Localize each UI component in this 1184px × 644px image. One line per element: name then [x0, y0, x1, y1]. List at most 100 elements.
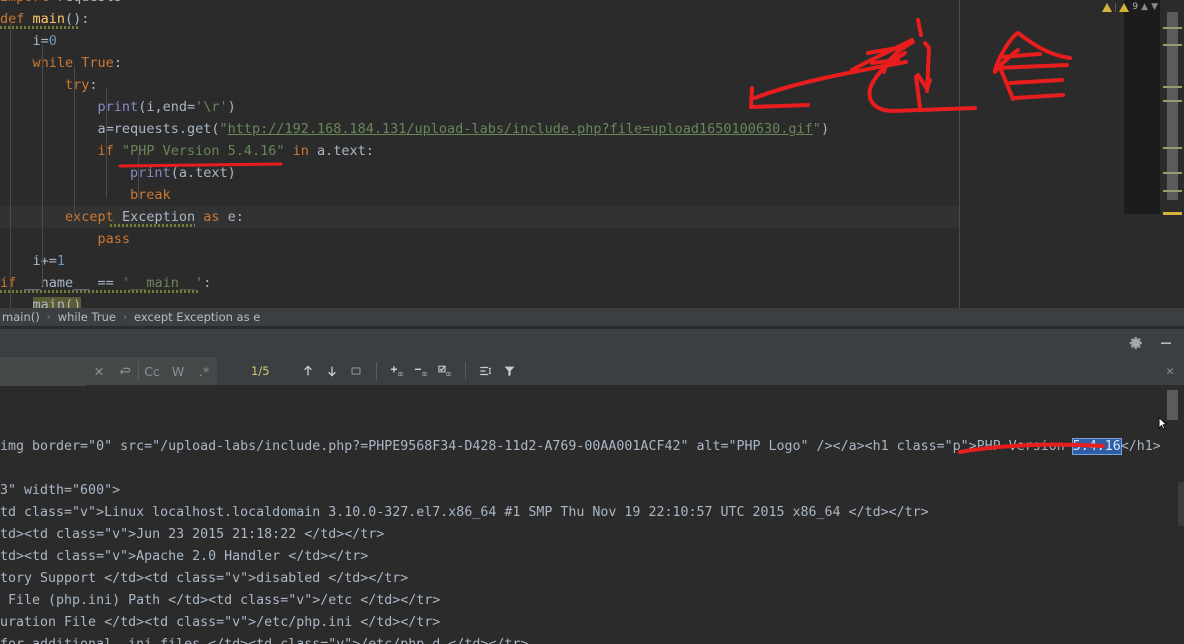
warning-marker[interactable]: [1163, 147, 1182, 149]
code-token: in: [292, 143, 309, 159]
breadcrumb-item[interactable]: except Exception as e: [134, 310, 260, 324]
remove-line-icon[interactable]: [409, 357, 433, 386]
code-token: i: [32, 33, 41, 49]
console-line[interactable]: [0, 458, 1184, 480]
code-token: requests: [57, 0, 122, 5]
match-case-toggle[interactable]: Cc: [139, 357, 165, 386]
divider: [375, 362, 377, 380]
console-line[interactable]: td><td class="v">Jun 23 2015 21:18:22 </…: [0, 524, 1184, 546]
breadcrumb-separator: ›: [46, 311, 51, 323]
console-lines: img border="0" src="/upload-labs/include…: [0, 436, 1184, 644]
chevron-up-icon[interactable]: ▲: [1141, 2, 1148, 12]
console-line[interactable]: tory Support </td><td class="v">disabled…: [0, 568, 1184, 590]
code-token: a.text:: [308, 143, 374, 159]
close-find-bar-icon[interactable]: ✕: [1166, 364, 1174, 379]
find-prev-button[interactable]: [296, 357, 320, 386]
console-line[interactable]: uration File </td><td class="v">/etc/php…: [0, 612, 1184, 634]
clear-search-icon[interactable]: ✕: [86, 357, 112, 386]
match-count-label: 1/5: [251, 364, 270, 378]
match-words-toggle[interactable]: W: [165, 357, 191, 386]
console-line[interactable]: td><td class="v">Apache 2.0 Handler </td…: [0, 546, 1184, 568]
console-line[interactable]: for additional .ini files </td><td class…: [0, 634, 1184, 644]
soft-wrap-icon[interactable]: [474, 357, 498, 386]
warning-marker[interactable]: [1163, 100, 1182, 102]
code-token: a=requests.get(: [97, 121, 220, 137]
chevron-down-icon[interactable]: ▼: [1151, 2, 1158, 12]
console-text: tory Support </td><td class="v">disabled…: [0, 571, 409, 586]
code-token: :: [203, 275, 212, 291]
code-token: ": [219, 121, 228, 137]
warning-marker[interactable]: [1163, 44, 1182, 46]
inspection-widget[interactable]: 9 ▲ ▼: [1102, 0, 1158, 14]
code-token: "PHP Version 5.4.16": [121, 143, 285, 159]
console-line[interactable]: td class="v">Linux localhost.localdomain…: [0, 502, 1184, 524]
code-token: end: [162, 99, 187, 115]
add-line-icon[interactable]: [385, 357, 409, 386]
warning-marker[interactable]: [1163, 86, 1182, 88]
code-token: ": [812, 121, 821, 137]
breadcrumb-item[interactable]: while True: [58, 310, 116, 324]
breadcrumb-item[interactable]: main(): [2, 310, 40, 324]
code-token: break: [130, 187, 171, 203]
console-text: uration File </td><td class="v">/etc/php…: [0, 615, 441, 630]
regex-toggle[interactable]: .*: [191, 357, 217, 386]
code-token: def: [0, 11, 33, 27]
console-scrollbar-thumb[interactable]: [1167, 390, 1178, 420]
gear-icon[interactable]: [1128, 335, 1144, 351]
toggle-line-icon[interactable]: [433, 357, 457, 386]
breadcrumb[interactable]: main() › while True › except Exception as e: [0, 308, 1184, 327]
code-token: '\r': [195, 99, 228, 115]
breadcrumb-separator: ›: [122, 311, 127, 323]
code-token: :: [89, 77, 98, 93]
code-token: 1: [56, 253, 66, 269]
code-token: try: [65, 77, 90, 93]
console-line[interactable]: 3" width="600">: [0, 480, 1184, 502]
find-toolbar[interactable]: ✕ Cc W .* 1/5 ✕: [0, 356, 1184, 386]
code-token: http://192.168.184.131/upload-labs/inclu…: [227, 121, 813, 137]
ide-window: import requestsdef main(): i=0 while Tru…: [0, 0, 1184, 644]
warning-count: 9: [1132, 2, 1139, 12]
warning-marker[interactable]: [1163, 190, 1182, 192]
console-output[interactable]: img border="0" src="/upload-labs/include…: [0, 386, 1184, 644]
editor-dark-region: [1124, 0, 1160, 214]
warning-triangle-icon: [1102, 2, 1113, 12]
divider: [464, 362, 466, 380]
code-token: =: [40, 33, 49, 49]
code-token: ():: [65, 11, 90, 27]
divider: [1115, 2, 1117, 12]
console-scrollbar-secondary[interactable]: [1178, 482, 1184, 526]
code-token: :: [235, 209, 244, 225]
filter-icon[interactable]: [498, 357, 522, 386]
console-line[interactable]: File (php.ini) Path </td><td class="v">/…: [0, 590, 1184, 612]
code-token: ): [820, 121, 830, 137]
code-token: True: [81, 55, 114, 71]
current-warning-marker[interactable]: [1163, 212, 1182, 215]
code-token: main: [32, 11, 66, 27]
select-all-occurrences-icon[interactable]: [344, 357, 368, 386]
warning-marker[interactable]: [1163, 172, 1182, 174]
search-input[interactable]: [0, 356, 86, 386]
search-match-highlight: 5.4.16: [1071, 438, 1122, 455]
editor-scrollbar-track[interactable]: [1160, 0, 1184, 308]
code-token: except: [65, 209, 122, 225]
find-next-button[interactable]: [320, 357, 344, 386]
editor-right-pane: [960, 0, 1160, 308]
inspection-squiggle: [110, 224, 195, 227]
code-token: ==: [89, 275, 122, 291]
console-line[interactable]: img border="0" src="/upload-labs/include…: [0, 436, 1184, 458]
wrap-around-icon[interactable]: [112, 357, 138, 386]
code-token: if: [97, 143, 122, 159]
mouse-cursor-icon: [1158, 417, 1167, 430]
code-token: print: [130, 165, 171, 181]
warning-marker[interactable]: [1163, 27, 1182, 29]
code-token: main(): [32, 297, 82, 308]
code-token: '__main__': [121, 275, 204, 291]
minimize-icon[interactable]: [1158, 335, 1174, 351]
code-editor[interactable]: import requestsdef main(): i=0 while Tru…: [0, 0, 1184, 308]
